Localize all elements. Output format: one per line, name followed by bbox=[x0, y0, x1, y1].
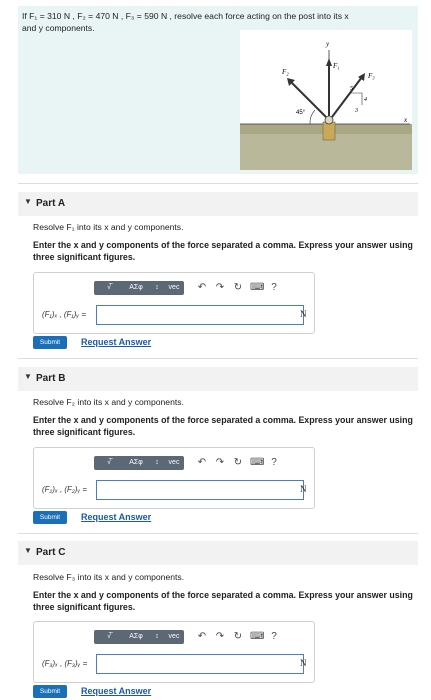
radical-button[interactable]: √̅ bbox=[96, 281, 122, 295]
f2-label: F₂ bbox=[281, 68, 289, 76]
slope-4: 4 bbox=[364, 96, 367, 103]
redo-icon[interactable]: ↷ bbox=[214, 281, 226, 295]
angle-label: 45° bbox=[296, 110, 306, 116]
f1-label: F₁ bbox=[332, 62, 340, 70]
problem-text-line1: If F₁ = 310 N , F₂ = 470 N , F₃ = 590 N … bbox=[22, 11, 349, 21]
part-a-answer-box: √̅ AΣφ ↕ vec ↶ ↷ ↻ ⌨ ? (F₁)ₓ , (F₁)ᵧ = bbox=[33, 272, 315, 334]
vec-button[interactable]: vec bbox=[166, 456, 182, 470]
slope-3: 3 bbox=[354, 108, 358, 114]
part-b-instructions: Enter the x and y components of the forc… bbox=[33, 415, 413, 437]
part-b-header[interactable]: ▼ Part B bbox=[18, 367, 418, 391]
part-c-answer-label: (F₃)ₓ , (F₃)ᵧ = bbox=[42, 659, 88, 668]
part-a-instructions: Enter the x and y components of the forc… bbox=[33, 240, 413, 262]
f3-label: F₃ bbox=[367, 72, 375, 80]
post bbox=[322, 121, 336, 141]
separator bbox=[18, 533, 418, 534]
separator bbox=[18, 183, 418, 184]
part-a-resolve: Resolve F₁ into its x and y components. bbox=[33, 222, 184, 232]
keyboard-icon[interactable]: ⌨ bbox=[250, 630, 264, 644]
part-a-request-answer-link[interactable]: Request Answer bbox=[81, 337, 151, 347]
part-c-answer-input[interactable] bbox=[96, 654, 304, 674]
reset-icon[interactable]: ↻ bbox=[232, 630, 244, 644]
force-diagram: x y F₁ F₂ 45° F₃ 5 4 3 bbox=[240, 30, 412, 170]
updown-button[interactable]: ↕ bbox=[150, 456, 164, 470]
radical-button[interactable]: √̅ bbox=[96, 456, 122, 470]
updown-button[interactable]: ↕ bbox=[150, 630, 164, 644]
math-toolbar: √̅ AΣφ ↕ vec ↶ ↷ ↻ ⌨ ? bbox=[94, 630, 294, 646]
part-a-submit-button[interactable]: Submit bbox=[33, 336, 67, 349]
part-b-answer-input[interactable] bbox=[96, 480, 304, 500]
undo-icon[interactable]: ↶ bbox=[196, 630, 208, 644]
part-b-answer-box: √̅ AΣφ ↕ vec ↶ ↷ ↻ ⌨ ? (F₂)ₓ , (F₂)ᵧ = bbox=[33, 447, 315, 509]
part-b-answer-label: (F₂)ₓ , (F₂)ᵧ = bbox=[42, 485, 87, 494]
part-a-title: Part A bbox=[36, 198, 66, 209]
updown-button[interactable]: ↕ bbox=[150, 281, 164, 295]
vec-button[interactable]: vec bbox=[166, 281, 182, 295]
part-c-instructions: Enter the x and y components of the forc… bbox=[33, 590, 413, 612]
greek-button[interactable]: AΣφ bbox=[124, 281, 148, 295]
undo-icon[interactable]: ↶ bbox=[196, 456, 208, 470]
part-a-header[interactable]: ▼ Part A bbox=[18, 192, 418, 216]
greek-button[interactable]: AΣφ bbox=[124, 630, 148, 644]
ring bbox=[324, 115, 334, 125]
keyboard-icon[interactable]: ⌨ bbox=[250, 456, 264, 470]
help-icon[interactable]: ? bbox=[268, 456, 280, 470]
part-a-answer-input[interactable] bbox=[96, 305, 304, 325]
part-c-submit-button[interactable]: Submit bbox=[33, 685, 67, 698]
greek-button[interactable]: AΣφ bbox=[124, 456, 148, 470]
part-c-request-answer-link[interactable]: Request Answer bbox=[81, 686, 151, 696]
radical-button[interactable]: √̅ bbox=[96, 630, 122, 644]
redo-icon[interactable]: ↷ bbox=[214, 456, 226, 470]
part-c-header[interactable]: ▼ Part C bbox=[18, 541, 418, 565]
math-toolbar: √̅ AΣφ ↕ vec ↶ ↷ ↻ ⌨ ? bbox=[94, 281, 294, 297]
separator bbox=[18, 358, 418, 359]
part-c-unit: N bbox=[300, 658, 307, 668]
chevron-down-icon[interactable]: ▼ bbox=[24, 197, 32, 206]
chevron-down-icon[interactable]: ▼ bbox=[24, 372, 32, 381]
vec-button[interactable]: vec bbox=[166, 630, 182, 644]
keyboard-icon[interactable]: ⌨ bbox=[250, 281, 264, 295]
part-b-submit-button[interactable]: Submit bbox=[33, 511, 67, 524]
problem-statement: If F₁ = 310 N , F₂ = 470 N , F₃ = 590 N … bbox=[18, 6, 418, 174]
slope-5: 5 bbox=[350, 86, 353, 92]
part-b-title: Part B bbox=[36, 373, 66, 384]
part-b-resolve: Resolve F₂ into its x and y components. bbox=[33, 397, 184, 407]
part-b-request-answer-link[interactable]: Request Answer bbox=[81, 512, 151, 522]
reset-icon[interactable]: ↻ bbox=[232, 456, 244, 470]
part-c-title: Part C bbox=[36, 547, 66, 558]
part-c-answer-box: √̅ AΣφ ↕ vec ↶ ↷ ↻ ⌨ ? (F₃)ₓ , (F₃)ᵧ = bbox=[33, 621, 315, 683]
undo-icon[interactable]: ↶ bbox=[196, 281, 208, 295]
chevron-down-icon[interactable]: ▼ bbox=[24, 546, 32, 555]
reset-icon[interactable]: ↻ bbox=[232, 281, 244, 295]
part-a-unit: N bbox=[300, 309, 307, 319]
part-c-resolve: Resolve F₃ into its x and y components. bbox=[33, 572, 185, 582]
part-b-unit: N bbox=[300, 484, 307, 494]
help-icon[interactable]: ? bbox=[268, 281, 280, 295]
part-a-answer-label: (F₁)ₓ , (F₁)ᵧ = bbox=[42, 310, 86, 319]
help-icon[interactable]: ? bbox=[268, 630, 280, 644]
redo-icon[interactable]: ↷ bbox=[214, 630, 226, 644]
problem-text-line2: and y components. bbox=[22, 23, 95, 33]
math-toolbar: √̅ AΣφ ↕ vec ↶ ↷ ↻ ⌨ ? bbox=[94, 456, 294, 472]
